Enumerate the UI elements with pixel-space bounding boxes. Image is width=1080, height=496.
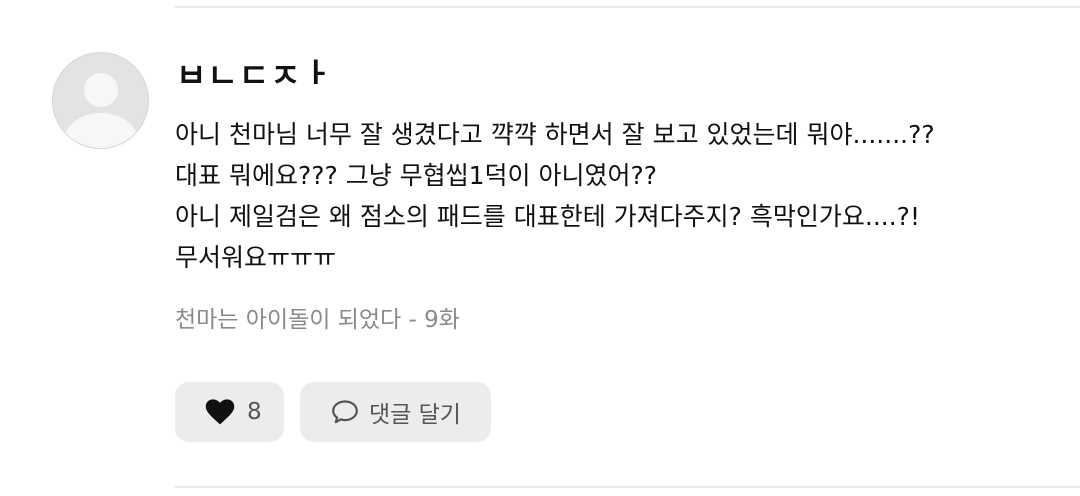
avatar-body-shape [63,113,138,148]
comment-card: ㅂㄴㄷㅈㅏ 아니 천마님 너무 잘 생겼다고 꺅꺅 하면서 잘 보고 있었는데 … [0,0,1080,496]
top-divider [175,6,1080,8]
avatar-head-shape [83,73,118,107]
like-count: 8 [247,399,262,425]
episode-link[interactable]: 천마는 아이돌이 되었다 - 9화 [175,304,460,336]
avatar[interactable] [52,52,149,149]
bottom-divider [175,486,1080,488]
reply-button[interactable]: 댓글 달기 [300,382,491,442]
comment-line: 아니 천마님 너무 잘 생겼다고 꺅꺅 하면서 잘 보고 있었는데 뭐야....… [175,120,935,149]
author-name-text: ㅂㄴㄷㅈㅏ [176,56,333,85]
comment-line: 아니 제일검은 왜 점소의 패드를 대표한테 가져다주지? 흑막인가요....?… [175,202,920,231]
heart-icon [205,399,235,425]
author-name[interactable]: ㅂㄴㄷㅈㅏ [176,48,376,85]
comment-body: 아니 천마님 너무 잘 생겼다고 꺅꺅 하면서 잘 보고 있었는데 뭐야....… [175,114,1055,278]
comment-line: 무서워요ㅠㅠㅠ [175,243,337,272]
speech-bubble-icon [331,399,359,425]
like-button[interactable]: 8 [175,382,284,442]
comment-line: 대표 뭐에요??? 그냥 무협씹1덕이 아니였어?? [175,161,658,190]
reply-label: 댓글 달기 [369,402,461,428]
